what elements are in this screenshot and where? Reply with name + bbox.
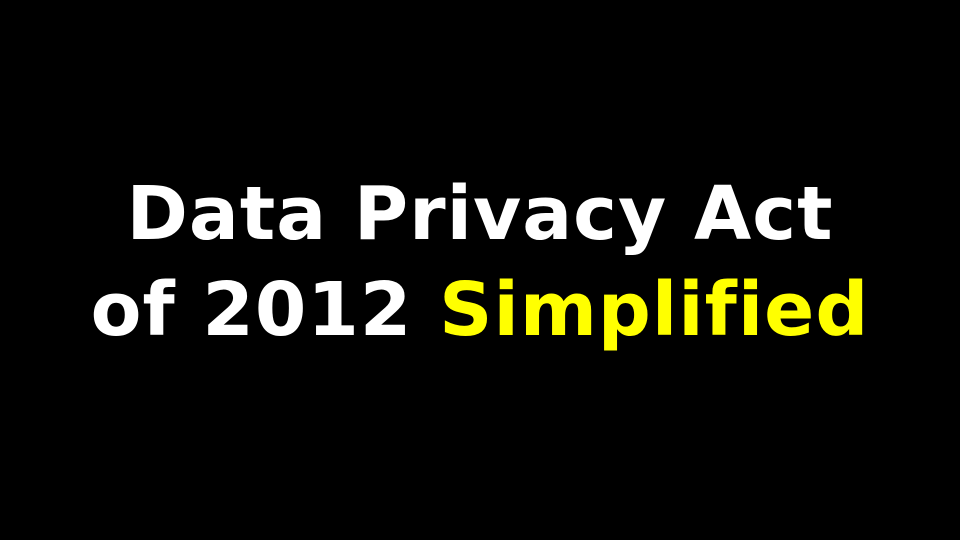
title-line-1: Data Privacy Act bbox=[126, 171, 834, 257]
title-slide: Data Privacy Act of 2012 Simplified bbox=[0, 0, 960, 540]
title-line-2: of 2012 Simplified bbox=[0, 262, 960, 358]
title-year-text: of 2012 bbox=[90, 267, 413, 353]
title-highlight-word: Simplified bbox=[439, 267, 870, 353]
slide-title: Data Privacy Act of 2012 Simplified bbox=[0, 166, 960, 358]
